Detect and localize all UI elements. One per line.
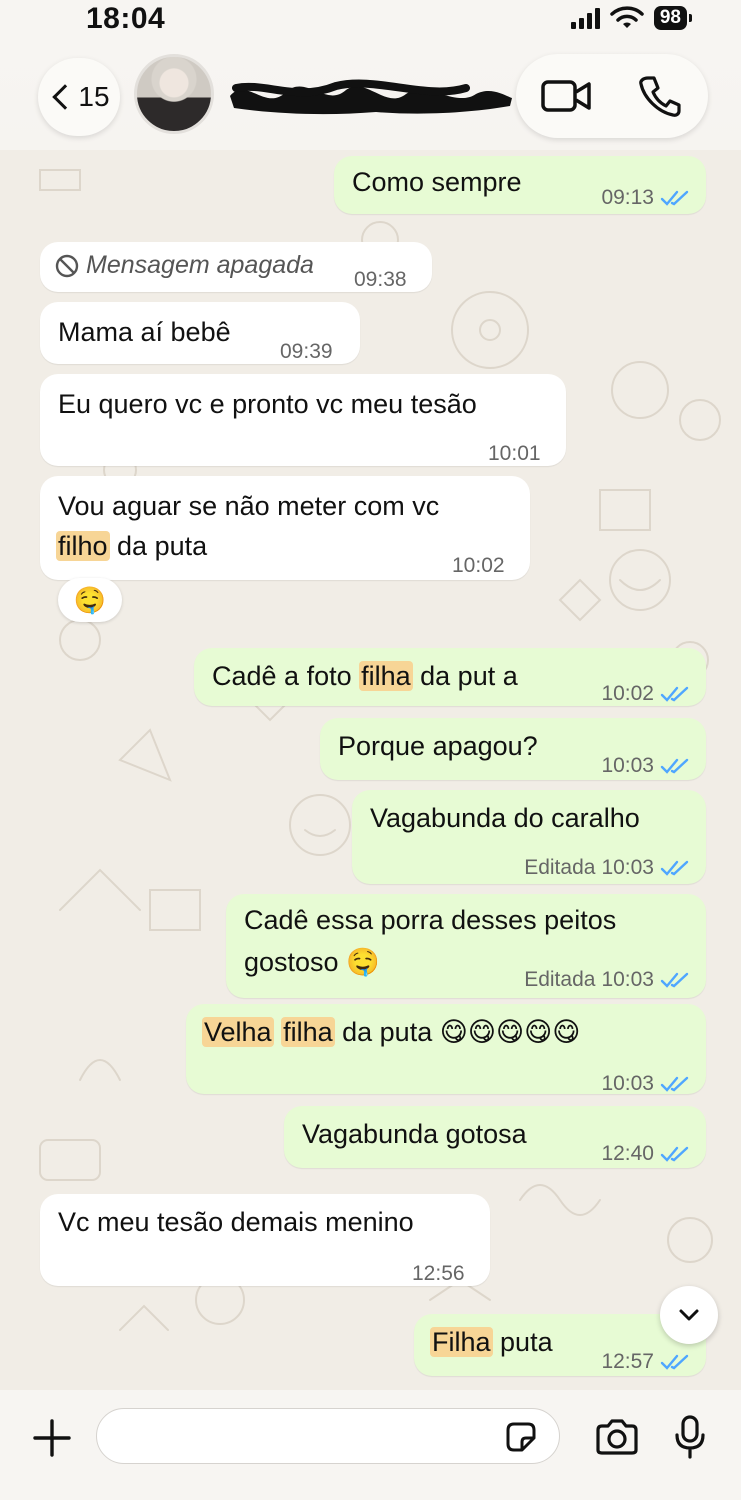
double-check-icon <box>660 686 689 702</box>
message-text-end: da put a <box>412 661 518 691</box>
phone-call-icon[interactable] <box>638 74 682 118</box>
message-bubble-outgoing[interactable]: Velha filha da puta 😋😋😋😋😋 10:03 <box>186 1004 706 1095</box>
video-call-icon[interactable] <box>540 78 592 114</box>
plus-icon[interactable] <box>32 1418 72 1458</box>
message-time: 12:56 <box>412 1262 465 1285</box>
message-text-start: Cadê a foto <box>212 661 360 691</box>
status-icons: 98 <box>570 6 693 30</box>
message-text: Velha filha da puta 😋😋😋😋😋 <box>202 1012 580 1052</box>
message-bubble-outgoing[interactable]: Cadê a foto filha da put a 10:02 <box>194 648 706 706</box>
double-check-icon <box>660 860 689 876</box>
message-bubble-outgoing[interactable]: Vagabunda gotosa 12:40 <box>284 1106 706 1168</box>
double-check-icon <box>660 1076 689 1092</box>
message-time: 10:02 <box>452 554 505 577</box>
message-text-end: puta <box>492 1327 553 1357</box>
battery-icon: 98 <box>653 6 693 30</box>
message-text: da puta <box>109 531 208 561</box>
chevron-down-icon <box>679 1309 699 1321</box>
call-buttons <box>516 54 708 138</box>
edited-label: Editada <box>524 968 596 991</box>
message-composer <box>0 1390 741 1500</box>
message-text: Eu quero vc e pronto vc meu tesão <box>58 389 477 419</box>
message-bubble-incoming[interactable]: Vc meu tesão demais menino 12:56 <box>40 1194 490 1286</box>
back-button[interactable]: 15 <box>38 58 120 136</box>
message-text-line-1: Vou aguar se não meter com vc <box>58 491 440 521</box>
message-meta: 12:40 <box>601 1134 690 1174</box>
double-check-icon <box>660 1354 689 1370</box>
message-meta: Editada 10:03 <box>524 960 690 1000</box>
message-time: 10:03 <box>601 856 654 879</box>
double-check-icon <box>660 972 689 988</box>
message-text: Vc meu tesão demais menino <box>58 1207 414 1237</box>
message-time: 10:02 <box>601 682 654 705</box>
chat-header: 15 <box>0 44 741 150</box>
highlighted-word: filho <box>56 531 110 561</box>
message-time: 09:39 <box>280 340 333 363</box>
chevron-left-icon <box>52 84 79 110</box>
microphone-icon[interactable] <box>674 1414 706 1460</box>
message-bubble-deleted[interactable]: Mensagem apagada 09:38 <box>40 242 432 292</box>
message-text: Mama aí bebê <box>58 317 231 347</box>
message-time: 12:40 <box>601 1142 654 1165</box>
unread-count: 15 <box>78 81 110 112</box>
highlighted-word: filha <box>281 1017 335 1047</box>
status-time: 18:04 <box>86 2 166 35</box>
highlighted-word: Filha <box>430 1327 493 1357</box>
message-meta: 12:57 <box>601 1342 690 1382</box>
message-text-line-2: filho da puta <box>56 526 207 566</box>
message-text: Como sempre <box>352 167 522 197</box>
scroll-to-bottom-button[interactable] <box>660 1286 718 1344</box>
wifi-icon <box>610 6 644 28</box>
message-bubble-incoming[interactable]: Vou aguar se não meter com vc filho da p… <box>40 476 530 580</box>
double-check-icon <box>660 1146 689 1162</box>
message-text: Cadê a foto filha da put a <box>212 656 518 696</box>
message-text-end: da puta 😋😋😋😋😋 <box>334 1017 581 1047</box>
sticker-icon[interactable] <box>504 1420 538 1454</box>
message-time: 10:03 <box>601 1072 654 1095</box>
blocked-icon <box>55 254 79 278</box>
highlighted-word: Velha <box>202 1017 274 1047</box>
message-meta: 10:03 <box>601 746 690 786</box>
highlighted-word: filha <box>359 661 413 691</box>
message-time: 09:38 <box>354 268 407 291</box>
message-text: Mensagem apagada <box>86 251 314 279</box>
message-time: 10:01 <box>488 442 541 465</box>
message-text: Filha puta <box>430 1322 553 1362</box>
message-text: Vagabunda gotosa <box>302 1119 527 1149</box>
message-bubble-outgoing[interactable]: Como sempre 09:13 <box>334 156 706 214</box>
message-bubble-outgoing[interactable]: Cadê essa porra desses peitos gostoso 🤤 … <box>226 894 706 998</box>
message-bubble-outgoing[interactable]: Porque apagou? 10:03 <box>320 718 706 780</box>
edited-label: Editada <box>524 856 596 879</box>
message-text: Porque apagou? <box>338 731 538 761</box>
message-meta: 10:02 <box>601 674 690 714</box>
message-meta: 09:13 <box>601 178 690 218</box>
message-bubble-outgoing[interactable]: Vagabunda do caralho Editada 10:03 <box>352 790 706 884</box>
message-text-line-2: gostoso 🤤 <box>244 947 380 977</box>
message-text-line-1: Cadê essa porra desses peitos <box>244 905 617 935</box>
camera-icon[interactable] <box>594 1418 640 1456</box>
double-check-icon <box>660 190 689 206</box>
message-input[interactable] <box>96 1408 560 1464</box>
contact-avatar[interactable] <box>134 54 214 134</box>
message-time: 12:57 <box>601 1350 654 1373</box>
message-reaction[interactable]: 🤤 <box>58 578 122 622</box>
message-text: Vagabunda do caralho <box>370 803 640 833</box>
message-bubble-incoming[interactable]: Mama aí bebê 09:39 <box>40 302 360 364</box>
signal-icon <box>570 7 600 29</box>
message-time: 10:03 <box>601 754 654 777</box>
message-time: 10:03 <box>601 968 654 991</box>
message-meta: Editada 10:03 <box>524 848 690 888</box>
status-bar: 18:04 98 <box>0 0 741 44</box>
redacted-contact-name[interactable] <box>226 72 516 118</box>
message-meta: 10:03 <box>601 1064 690 1104</box>
message-time: 09:13 <box>601 186 654 209</box>
message-bubble-incoming[interactable]: Eu quero vc e pronto vc meu tesão 10:01 <box>40 374 566 466</box>
double-check-icon <box>660 758 689 774</box>
